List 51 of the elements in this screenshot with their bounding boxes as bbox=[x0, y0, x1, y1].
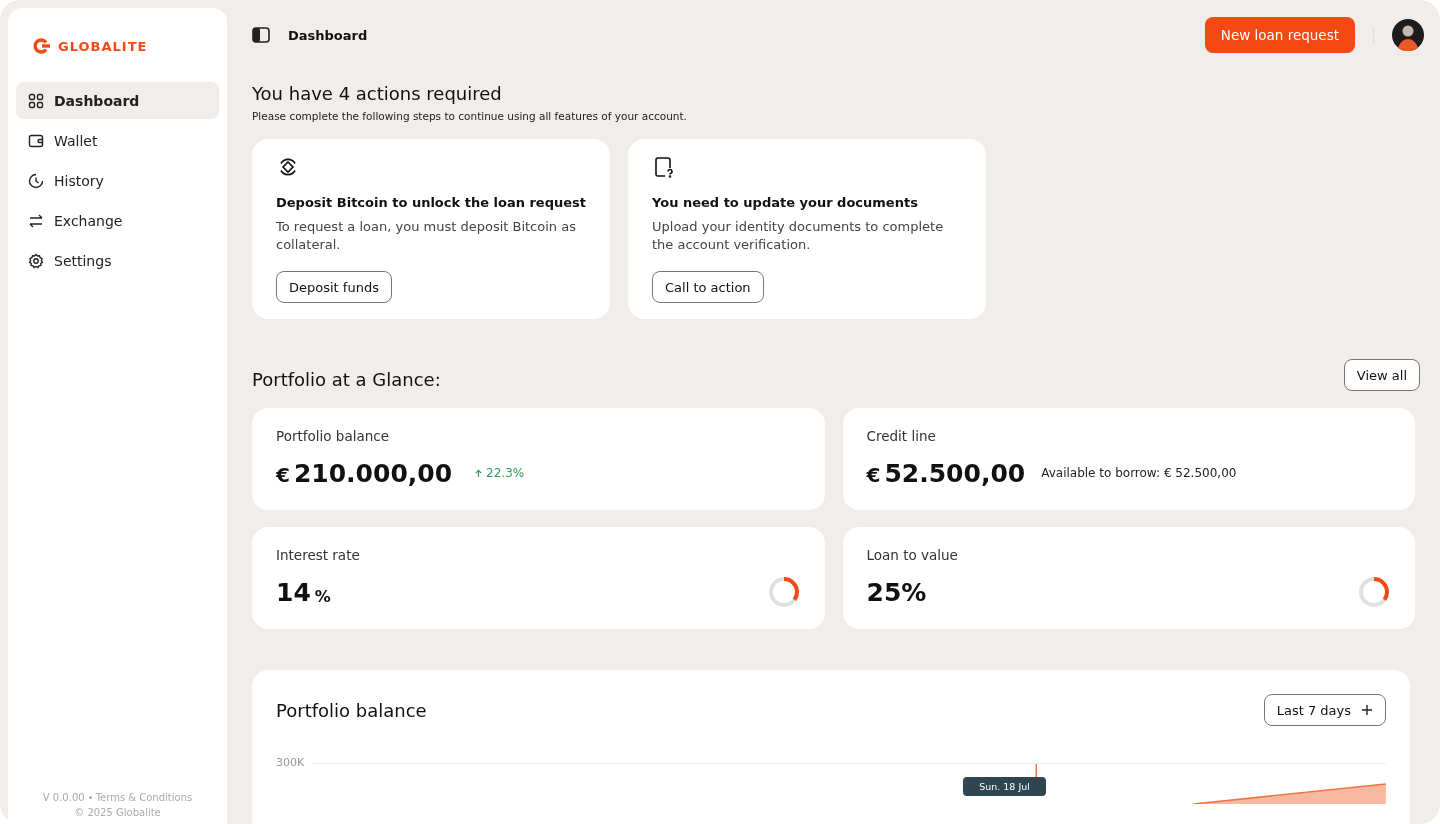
metric-label: Portfolio balance bbox=[276, 428, 390, 444]
metric-note: Available to borrow: € 52.500,00 bbox=[1041, 466, 1237, 480]
settings-icon bbox=[28, 252, 44, 269]
metric-value: 210.000,00 bbox=[293, 458, 453, 488]
portfolio-heading: Portfolio at a Glance: bbox=[252, 368, 441, 390]
brand-name: GLOBALITE bbox=[58, 38, 148, 54]
chart-tooltip: Sun. 18 Jul bbox=[963, 777, 1046, 796]
metric-unit: % bbox=[314, 587, 331, 606]
metric-value: 25% bbox=[866, 577, 927, 607]
swap-icon bbox=[28, 212, 44, 229]
sidebar-item[interactable]: Exchange bbox=[16, 202, 219, 239]
axis-tick-label: 300K bbox=[276, 756, 305, 771]
action-title: You need to update your documents bbox=[652, 195, 918, 210]
metric-label: Interest rate bbox=[276, 547, 361, 563]
date-range-button[interactable]: Last 7 days bbox=[1263, 694, 1386, 726]
copyright-text: © 2025 Globalite bbox=[74, 807, 161, 818]
plus-icon bbox=[1361, 704, 1373, 716]
sidebar-item[interactable]: Dashboard bbox=[16, 82, 219, 119]
sidebar-item[interactable]: Wallet bbox=[16, 122, 219, 159]
action-text: Upload your identity documents to complete the account verification. bbox=[652, 218, 945, 254]
metric-value: 14 bbox=[276, 577, 311, 607]
logo-icon bbox=[31, 38, 51, 54]
currency-symbol: € bbox=[276, 463, 290, 487]
page-title: Dashboard bbox=[288, 27, 368, 43]
wallet-icon bbox=[28, 132, 44, 149]
currency-symbol: € bbox=[866, 463, 881, 487]
donut-gauge bbox=[766, 575, 801, 609]
grid-icon bbox=[28, 92, 44, 109]
action-button[interactable]: Deposit funds bbox=[276, 271, 392, 303]
separator-dot bbox=[88, 796, 92, 799]
view-all-button[interactable]: View all bbox=[1343, 359, 1420, 391]
action-title: Deposit Bitcoin to unlock the loan request bbox=[276, 195, 586, 210]
chart-title: Portfolio balance bbox=[276, 699, 427, 721]
action-button[interactable]: Call to action bbox=[652, 271, 764, 303]
donut-gauge bbox=[1357, 575, 1391, 609]
new-loan-request-button[interactable]: New loan request bbox=[1204, 17, 1355, 53]
document-question-icon bbox=[652, 155, 676, 179]
sidebar-toggle-icon[interactable] bbox=[252, 27, 270, 43]
actions-subtitle: Please complete the following steps to continue using all features of your account. bbox=[252, 110, 688, 122]
sidebar-item[interactable]: Settings bbox=[16, 242, 219, 279]
trend-value: 22.3% bbox=[486, 466, 525, 480]
clock-icon bbox=[28, 172, 44, 189]
metric-value: 52.500,00 bbox=[884, 458, 1026, 488]
action-text: To request a loan, you must deposit Bitcoin as collateral. bbox=[276, 218, 577, 254]
metric-label: Loan to value bbox=[866, 547, 959, 563]
arrow-up-icon bbox=[474, 468, 484, 478]
actions-heading: You have 4 actions required bbox=[252, 83, 503, 104]
avatar[interactable] bbox=[1392, 19, 1424, 51]
version-text: V 0.0.00 bbox=[42, 792, 85, 803]
metric-label: Credit line bbox=[866, 428, 937, 444]
sidebar-item[interactable]: History bbox=[16, 162, 219, 199]
